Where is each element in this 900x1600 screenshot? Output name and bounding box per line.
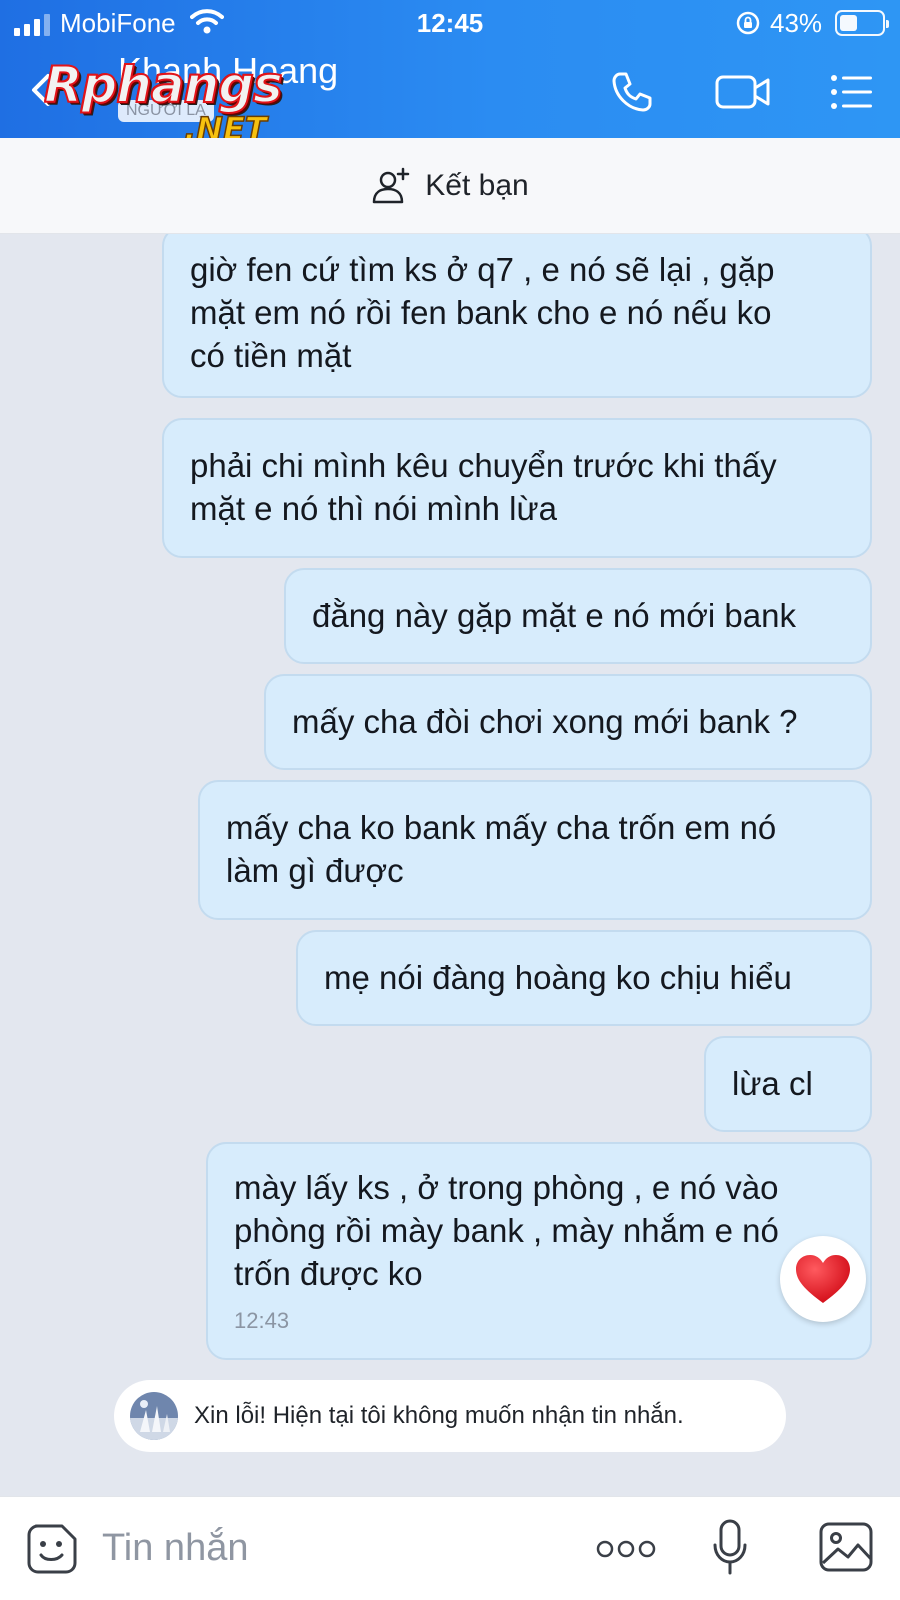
phone-icon[interactable] <box>608 68 656 116</box>
message-text: đằng này gặp mặt e nó mới bank <box>312 597 796 634</box>
microphone-icon[interactable] <box>712 1519 748 1577</box>
message-bubble[interactable]: mẹ nói đàng hoàng ko chịu hiểu <box>296 930 872 1026</box>
message-time: 12:43 <box>234 1308 290 1333</box>
message-input-bar <box>0 1496 900 1600</box>
message-bubble[interactable]: đằng này gặp mặt e nó mới bank <box>284 568 872 664</box>
add-friend-bar[interactable]: Kết bạn <box>0 138 900 234</box>
message-input[interactable] <box>102 1523 542 1573</box>
message-bubble[interactable]: mày lấy ks , ở trong phòng , e nó vào ph… <box>206 1142 872 1360</box>
video-call-icon[interactable] <box>714 68 772 116</box>
auto-reply-notice: Xin lỗi! Hiện tại tôi không muốn nhận ti… <box>114 1380 786 1452</box>
battery-percent: 43% <box>770 8 823 38</box>
message-text: phải chi mình kêu chuyển trước khi thấy … <box>190 447 777 527</box>
image-icon[interactable] <box>818 1521 874 1573</box>
message-list[interactable]: giờ fen cứ tìm ks ở q7 , e nó sẽ lại , g… <box>0 234 900 1496</box>
top-bar: MobiFone 12:45 43% Khanh Hoang NGƯỜI LẠ … <box>0 0 900 149</box>
avatar[interactable] <box>130 1392 178 1440</box>
auto-reply-text: Xin lỗi! Hiện tại tôi không muốn nhận ti… <box>194 1402 684 1429</box>
message-bubble[interactable]: mấy cha ko bank mấy cha trốn em nó làm g… <box>198 780 872 920</box>
rotation-lock-icon <box>736 11 760 35</box>
message-text: mấy cha ko bank mấy cha trốn em nó làm g… <box>226 809 777 889</box>
message-bubble[interactable]: giờ fen cứ tìm ks ở q7 , e nó sẽ lại , g… <box>162 234 872 398</box>
status-bar: MobiFone 12:45 43% <box>0 0 900 46</box>
message-text: lừa cl <box>732 1065 813 1102</box>
chat-header: Khanh Hoang NGƯỜI LẠ Rphangs .NET <box>0 46 900 149</box>
heart-reaction-button[interactable] <box>780 1236 866 1322</box>
add-friend-label: Kết bạn <box>425 168 529 202</box>
add-friend-icon <box>373 167 410 203</box>
watermark-logo: Rphangs .NET <box>43 56 284 149</box>
message-text: mày lấy ks , ở trong phòng , e nó vào ph… <box>234 1169 779 1292</box>
message-bubble[interactable]: phải chi mình kêu chuyển trước khi thấy … <box>162 418 872 558</box>
status-time: 12:45 <box>416 8 484 38</box>
menu-list-icon[interactable] <box>828 68 876 116</box>
message-bubble[interactable]: lừa cl <box>704 1036 872 1132</box>
message-text: mấy cha đòi chơi xong mới bank ? <box>292 703 798 740</box>
heart-icon <box>796 1255 850 1303</box>
more-icon[interactable] <box>596 1539 656 1559</box>
watermark-title: Rphangs <box>43 56 284 114</box>
message-bubble[interactable]: mấy cha đòi chơi xong mới bank ? <box>264 674 872 770</box>
battery-icon <box>835 10 889 36</box>
message-text: giờ fen cứ tìm ks ở q7 , e nó sẽ lại , g… <box>190 251 775 374</box>
message-text: mẹ nói đàng hoàng ko chịu hiểu <box>324 959 792 996</box>
sticker-icon[interactable] <box>26 1523 78 1575</box>
